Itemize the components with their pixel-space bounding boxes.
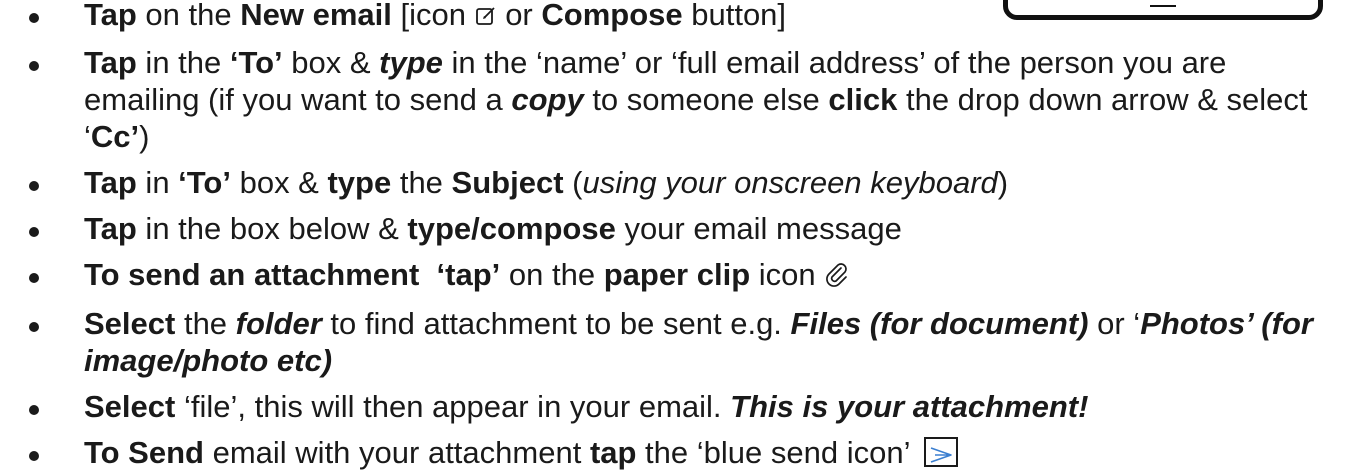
step-text: or bbox=[496, 0, 542, 32]
step-text: on the bbox=[500, 257, 604, 293]
step-text: or ‘ bbox=[1088, 305, 1141, 341]
step-keyword: To send an attachment bbox=[84, 257, 420, 293]
instruction-step-select-folder: Select the folder to find attachment to … bbox=[0, 300, 1345, 383]
step-keyword: ‘To’ bbox=[229, 45, 283, 81]
step-text: to find attachment to be sent e.g. bbox=[321, 305, 791, 341]
step-keyword: ‘tap’ bbox=[436, 257, 501, 293]
step-text: the bbox=[175, 305, 236, 341]
step-keyword: Tap bbox=[84, 165, 137, 201]
step-emphasis: copy bbox=[511, 82, 584, 118]
paperclip-icon bbox=[824, 259, 850, 296]
step-keyword: Tap bbox=[84, 0, 137, 32]
instruction-step-subject: Tap in ‘To’ box & type the Subject (usin… bbox=[0, 159, 1345, 205]
step-keyword: To Send bbox=[84, 434, 204, 470]
step-emphasis: folder bbox=[235, 305, 322, 341]
step-emphasis: This is your attachment! bbox=[730, 388, 1089, 424]
step-text: in the box below & bbox=[136, 211, 408, 247]
step-keyword: New email bbox=[240, 0, 392, 32]
step-text: in the bbox=[136, 45, 230, 81]
step-keyword: Tap bbox=[84, 211, 137, 247]
compose-edit-icon bbox=[475, 0, 497, 35]
instruction-step-attachment: To send an attachment ‘tap’ on the paper… bbox=[0, 251, 1345, 299]
instruction-step-to-box: Tap in the ‘To’ box & type in the ‘name’… bbox=[0, 39, 1345, 159]
step-text: the bbox=[391, 165, 452, 201]
step-text: box & bbox=[282, 45, 380, 81]
step-keyword: ‘To’ bbox=[178, 165, 231, 201]
step-keyword: Cc’ bbox=[90, 119, 140, 155]
step-text: the ‘blue send icon’ bbox=[636, 434, 918, 470]
step-emphasis: type bbox=[379, 45, 443, 81]
step-text: ) bbox=[139, 119, 150, 155]
instruction-list: Tap on the New email [icon or Compose bu… bbox=[0, 0, 1345, 475]
step-keyword: type bbox=[327, 165, 392, 201]
step-keyword: click bbox=[828, 82, 898, 118]
step-keyword: tap bbox=[589, 434, 637, 470]
step-keyword: Compose bbox=[541, 0, 683, 32]
step-text: ( bbox=[563, 165, 583, 201]
step-text: ) bbox=[997, 165, 1009, 201]
step-emphasis: using your onscreen keyboard bbox=[582, 165, 998, 201]
step-text: to someone else bbox=[583, 82, 829, 118]
instruction-step-select-file: Select ‘file’, this will then appear in … bbox=[0, 383, 1345, 429]
step-emphasis: Files (for document) bbox=[790, 305, 1089, 341]
step-text: your email message bbox=[615, 211, 902, 247]
step-text bbox=[419, 257, 436, 292]
step-text: box & bbox=[230, 165, 328, 201]
step-keyword: Tap bbox=[84, 45, 137, 81]
instruction-step-compose-message: Tap in the box below & type/compose your… bbox=[0, 205, 1345, 251]
step-text: email with your attachment bbox=[203, 434, 590, 470]
step-text: icon bbox=[750, 257, 825, 293]
step-keyword: Select bbox=[84, 388, 176, 424]
send-arrow-icon bbox=[923, 437, 958, 468]
step-keyword: Select bbox=[84, 305, 176, 341]
step-text: ‘file’, this will then appear in your em… bbox=[175, 388, 731, 424]
step-text: [icon bbox=[391, 0, 475, 32]
instruction-step-new-email: Tap on the New email [icon or Compose bu… bbox=[0, 0, 1345, 39]
step-keyword: type/compose bbox=[407, 211, 616, 247]
step-text: button] bbox=[682, 0, 787, 32]
step-keyword: Subject bbox=[451, 165, 564, 201]
step-text: in bbox=[136, 165, 179, 201]
step-text: on the bbox=[136, 0, 241, 32]
step-keyword: paper clip bbox=[603, 257, 751, 293]
